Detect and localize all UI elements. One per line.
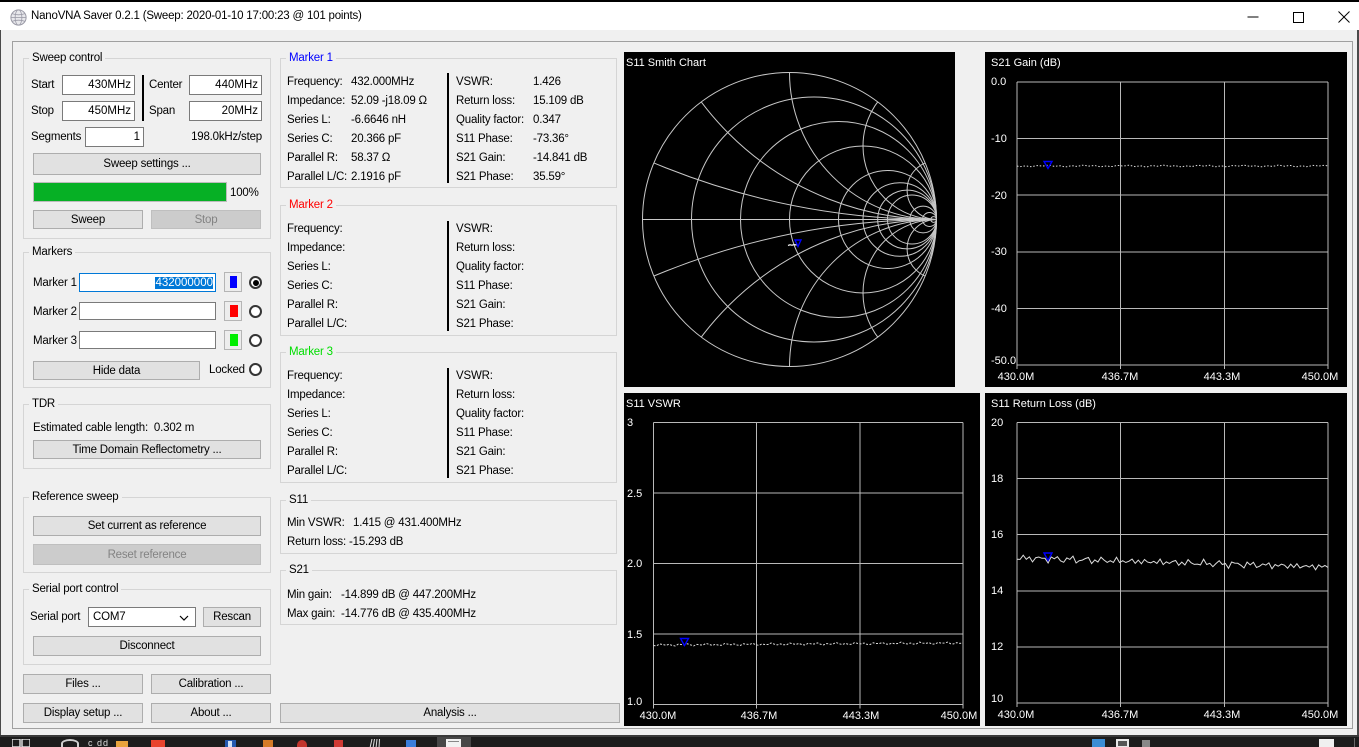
svg-text:0.0: 0.0: [991, 76, 1006, 88]
svg-text:2.0: 2.0: [627, 558, 642, 570]
svg-text:450.0M: 450.0M: [1302, 371, 1339, 383]
svg-text:436.7M: 436.7M: [1102, 709, 1139, 721]
svg-text:-10: -10: [991, 133, 1007, 145]
svg-text:443.3M: 443.3M: [1204, 371, 1241, 383]
svg-text:-50.0: -50.0: [991, 355, 1016, 367]
svg-text:10: 10: [991, 693, 1003, 705]
svg-text:450.0M: 450.0M: [941, 710, 978, 722]
svg-text:3: 3: [627, 417, 633, 429]
svg-text:S21 Gain (dB): S21 Gain (dB): [991, 57, 1061, 69]
svg-text:436.7M: 436.7M: [1102, 371, 1139, 383]
svg-text:2.5: 2.5: [627, 488, 642, 500]
svg-text:12: 12: [991, 641, 1003, 653]
svg-text:1.0: 1.0: [627, 696, 642, 708]
svg-text:S11 Smith Chart: S11 Smith Chart: [626, 57, 706, 69]
svg-text:443.3M: 443.3M: [843, 710, 880, 722]
svg-text:20: 20: [991, 417, 1003, 429]
svg-text:430.0M: 430.0M: [640, 710, 677, 722]
svg-text:443.3M: 443.3M: [1204, 709, 1241, 721]
svg-text:436.7M: 436.7M: [741, 710, 778, 722]
svg-text:450.0M: 450.0M: [1302, 709, 1339, 721]
svg-text:18: 18: [991, 473, 1003, 485]
svg-text:-40: -40: [991, 303, 1007, 315]
svg-text:-30: -30: [991, 246, 1007, 258]
svg-text:430.0M: 430.0M: [998, 709, 1035, 721]
svg-text:S11 VSWR: S11 VSWR: [626, 398, 681, 410]
svg-text:430.0M: 430.0M: [998, 371, 1035, 383]
svg-text:16: 16: [991, 529, 1003, 541]
svg-text:1.5: 1.5: [627, 629, 642, 641]
svg-text:14: 14: [991, 585, 1003, 597]
svg-text:-20: -20: [991, 190, 1007, 202]
svg-text:S11 Return Loss (dB): S11 Return Loss (dB): [991, 398, 1096, 410]
